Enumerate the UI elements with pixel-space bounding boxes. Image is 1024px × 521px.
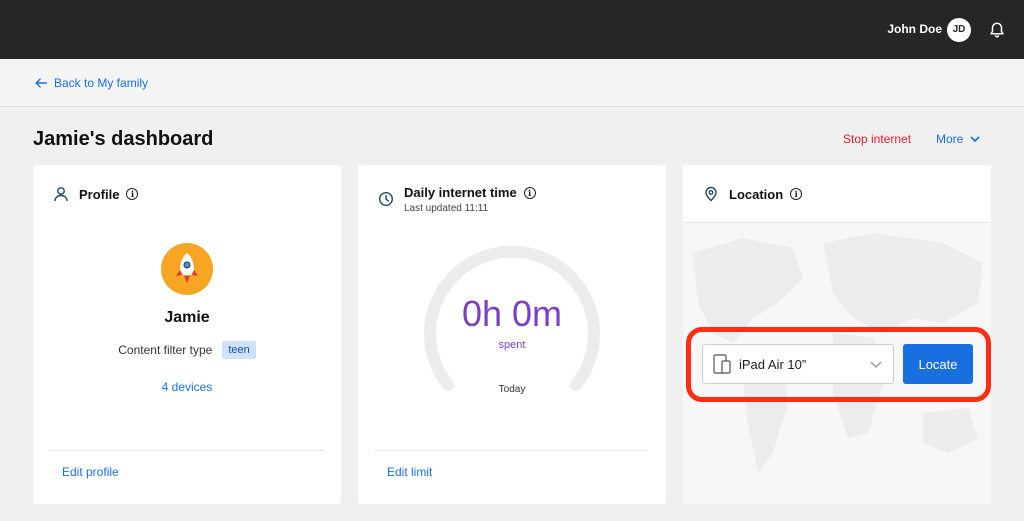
user-name[interactable]: John Doe bbox=[887, 22, 942, 36]
page-title: Jamie's dashboard bbox=[33, 128, 214, 150]
person-icon bbox=[54, 187, 68, 202]
top-bar: John Doe JD bbox=[0, 0, 1024, 59]
more-label: More bbox=[936, 132, 964, 146]
divider bbox=[49, 450, 323, 451]
device-select[interactable]: iPad Air 10” bbox=[702, 344, 894, 384]
back-link-label: Back to My family bbox=[54, 76, 149, 90]
arrow-left-icon bbox=[35, 78, 47, 88]
rocket-icon bbox=[176, 253, 198, 283]
content-filter-badge: teen bbox=[222, 341, 256, 359]
time-spent-label: spent bbox=[498, 339, 526, 351]
bell-icon[interactable] bbox=[988, 21, 1006, 39]
location-card-title: Location bbox=[729, 186, 784, 202]
last-updated-text: Last updated 11:11 bbox=[404, 203, 489, 214]
chevron-down-icon bbox=[970, 136, 980, 143]
user-avatar[interactable]: JD bbox=[947, 18, 971, 42]
divider bbox=[374, 450, 648, 451]
info-icon[interactable]: i bbox=[523, 186, 536, 199]
location-pin-icon bbox=[705, 186, 717, 202]
device-select-value: iPad Air 10” bbox=[739, 356, 807, 372]
kid-name: Jamie bbox=[164, 309, 210, 326]
kid-avatar bbox=[161, 243, 213, 295]
internet-time-card: Daily internet time i Last updated 11:11… bbox=[358, 165, 666, 504]
stop-internet-button[interactable]: Stop internet bbox=[843, 132, 911, 146]
internet-time-header: Daily internet time i Last updated 11:11 bbox=[378, 185, 536, 214]
devices-link[interactable]: 4 devices bbox=[33, 380, 341, 394]
back-link[interactable]: Back to My family bbox=[34, 76, 148, 90]
info-icon[interactable]: i bbox=[790, 188, 803, 200]
internet-time-title: Daily internet time bbox=[404, 185, 517, 200]
profile-card-header: Profile i bbox=[53, 186, 139, 202]
clock-icon bbox=[378, 191, 394, 207]
locate-button[interactable]: Locate bbox=[903, 344, 973, 384]
time-period-label: Today bbox=[498, 384, 526, 395]
location-card-header-bar: Location i bbox=[683, 165, 991, 223]
devices-icon bbox=[713, 354, 731, 374]
content-filter-row: Content filter type teen bbox=[33, 341, 341, 359]
time-spent-value: 0h 0m bbox=[461, 293, 563, 334]
info-icon[interactable]: i bbox=[126, 188, 139, 200]
back-bar: Back to My family bbox=[0, 59, 1024, 107]
edit-limit-link[interactable]: Edit limit bbox=[387, 465, 432, 479]
location-card-header: Location i bbox=[703, 186, 803, 202]
chevron-down-icon bbox=[870, 361, 882, 369]
content-filter-label: Content filter type bbox=[118, 343, 213, 357]
edit-profile-link[interactable]: Edit profile bbox=[62, 465, 119, 479]
profile-card-title: Profile bbox=[79, 186, 120, 202]
more-menu-button[interactable]: More bbox=[936, 132, 981, 146]
profile-card: Profile i Jamie Content filter type teen… bbox=[33, 165, 341, 504]
